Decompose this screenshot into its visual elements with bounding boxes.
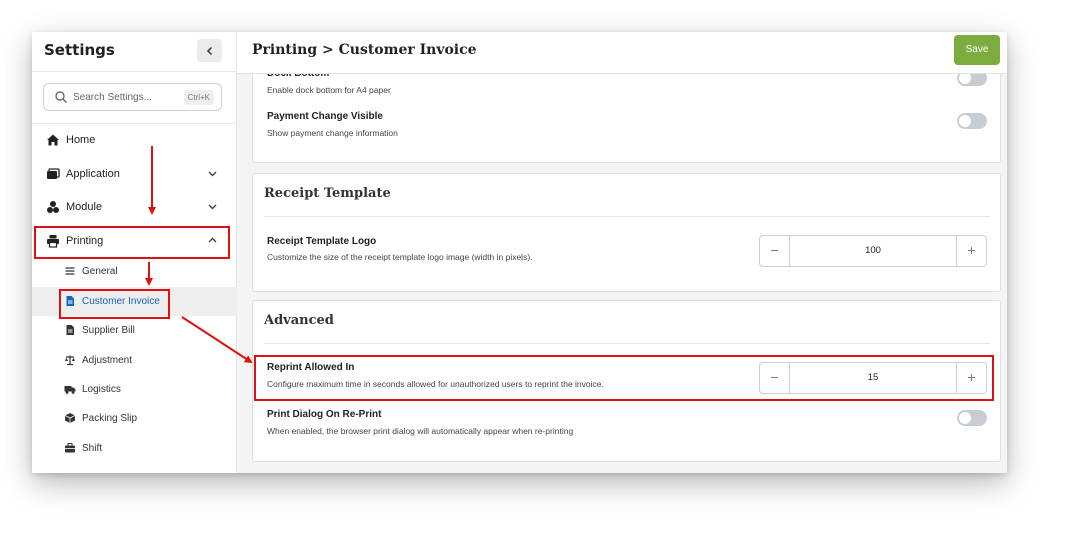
sidebar-subitem-supplier-bill[interactable]: Supplier Bill — [32, 316, 237, 345]
section-divider — [264, 216, 990, 217]
sidebar-subitem-shift[interactable]: Shift — [32, 434, 237, 463]
advanced-title: Advanced — [264, 313, 334, 328]
sidebar-item-home[interactable]: Home — [32, 124, 237, 156]
box-icon — [64, 413, 76, 423]
sidebar-subitem-label: Packing Slip — [82, 413, 138, 424]
app-window: Settings Search Settings... Ctrl+K Home … — [32, 32, 1007, 473]
collapse-sidebar-button[interactable] — [197, 39, 222, 62]
chevron-down-icon — [208, 204, 217, 210]
search-placeholder: Search Settings... — [73, 92, 152, 103]
sidebar-subitem-adjustment[interactable]: Adjustment — [32, 346, 237, 375]
sidebar-search-area: Search Settings... Ctrl+K — [32, 72, 237, 124]
main-content: Printing > Customer Invoice Save Dock Bo… — [237, 32, 1007, 473]
dock-bottom-description: Enable dock bottom for A4 paper — [267, 85, 391, 95]
save-button[interactable]: Save — [954, 35, 1000, 65]
truck-icon — [64, 386, 76, 394]
sidebar-item-label: Application — [66, 168, 120, 180]
bill-icon — [66, 325, 74, 335]
sidebar-subitem-label: Supplier Bill — [82, 325, 135, 336]
sidebar-header: Settings — [32, 32, 237, 72]
sidebar-item-label: Module — [66, 201, 103, 213]
print-dialog-toggle[interactable] — [957, 410, 987, 426]
receipt-logo-stepper: − 100 + — [759, 235, 987, 267]
page-title: Printing > Customer Invoice — [252, 42, 477, 58]
sidebar-item-label: Home — [66, 134, 96, 146]
receipt-template-card: Receipt Template Receipt Template Logo C… — [252, 173, 1001, 292]
sidebar-subitem-label: Shift — [82, 443, 103, 454]
module-icon — [47, 201, 59, 213]
sidebar-item-application[interactable]: Application — [32, 158, 237, 190]
annotation-box-customer-invoice — [59, 289, 170, 319]
sidebar-title: Settings — [44, 41, 115, 59]
search-settings-input[interactable]: Search Settings... Ctrl+K — [43, 83, 222, 111]
toggle-knob — [959, 412, 971, 424]
toggle-knob — [959, 115, 971, 127]
increment-button[interactable]: + — [956, 236, 986, 266]
receipt-logo-width-input[interactable]: 100 — [790, 236, 956, 266]
sidebar-subitem-packing-slip[interactable]: Packing Slip — [32, 404, 237, 433]
payment-change-title: Payment Change Visible — [267, 111, 383, 122]
receipt-logo-description: Customize the size of the receipt templa… — [267, 252, 533, 262]
home-icon — [47, 134, 59, 146]
sidebar-subitem-label: General — [82, 266, 118, 277]
receipt-template-title: Receipt Template — [264, 186, 391, 201]
annotation-box-reprint-allowed — [254, 355, 994, 401]
sidebar-subitem-label: Adjustment — [82, 355, 133, 366]
search-shortcut-badge: Ctrl+K — [183, 90, 214, 105]
payment-change-toggle[interactable] — [957, 113, 987, 129]
search-icon — [55, 91, 67, 103]
sidebar-item-module[interactable]: Module — [32, 191, 237, 223]
receipt-logo-title: Receipt Template Logo — [267, 236, 377, 247]
chevron-left-icon — [206, 46, 212, 55]
chevron-down-icon — [208, 171, 217, 177]
annotation-box-printing — [34, 226, 230, 259]
print-dialog-description: When enabled, the browser print dialog w… — [267, 426, 574, 436]
sidebar-subitem-label: Logistics — [82, 384, 121, 395]
sidebar-subitem-general[interactable]: General — [32, 257, 237, 286]
menu-lines-icon — [65, 267, 75, 275]
briefcase-icon — [65, 443, 75, 453]
print-dialog-title: Print Dialog On Re-Print — [267, 409, 382, 420]
sidebar-subitem-logistics[interactable]: Logistics — [32, 375, 237, 404]
section-divider — [264, 343, 990, 344]
decrement-button[interactable]: − — [760, 236, 790, 266]
page-header: Printing > Customer Invoice Save — [237, 32, 1007, 74]
scale-icon — [65, 355, 75, 366]
payment-change-description: Show payment change information — [267, 128, 398, 138]
application-icon — [47, 168, 60, 179]
